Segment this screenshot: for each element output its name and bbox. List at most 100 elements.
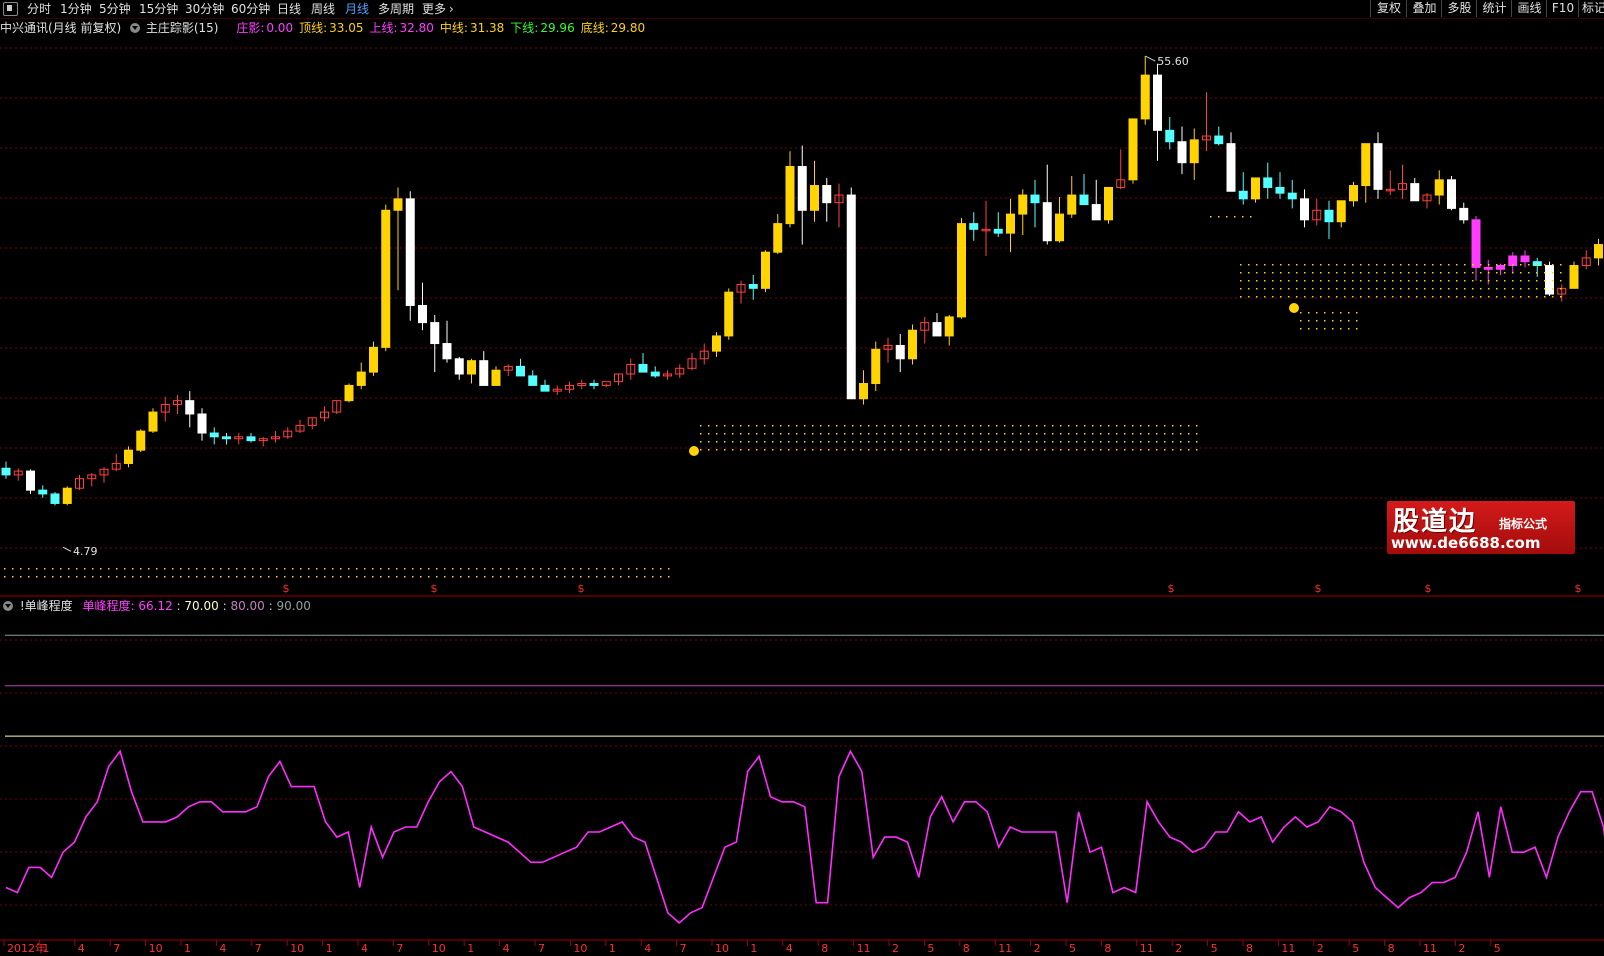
zone-dots (1528, 296, 1530, 298)
zone-dots (908, 425, 910, 427)
zone-dots (1156, 425, 1158, 427)
zone-dots (1084, 441, 1086, 443)
zone-dots (980, 441, 982, 443)
candle-body (516, 365, 525, 377)
zone-dots (628, 568, 630, 570)
zone-dots (716, 441, 718, 443)
candle-body (1140, 74, 1150, 120)
zone-dots (1320, 288, 1322, 290)
chart-canvas[interactable]: $ $ $ $ $ $ $55.604.792012年1 4 7 10 1 4 7 10 1 4 7 10 1 4 7 1… (0, 0, 1604, 956)
dollar-marker-5: $ (1425, 582, 1432, 595)
zone-dots (1060, 433, 1062, 435)
zone-dots (372, 576, 374, 578)
watermark-logo: 股道边 指标公式 www.de6688.com (1387, 501, 1575, 554)
zone-dots (1116, 433, 1118, 435)
zone-dots (476, 568, 478, 570)
zone-dots (1488, 272, 1490, 274)
zone-dots (988, 441, 990, 443)
zone-dots (700, 425, 702, 427)
zone-dots (908, 441, 910, 443)
zone-dots (1164, 425, 1166, 427)
zone-dots (388, 576, 390, 578)
zone-dots (1392, 296, 1394, 298)
zone-dots (1092, 425, 1094, 427)
candle-body (1091, 204, 1101, 221)
xaxis-label: 2 (1458, 942, 1465, 955)
candle-body (148, 411, 158, 432)
zone-dots (620, 576, 622, 578)
zone-dots (564, 576, 566, 578)
zone-dots (796, 449, 798, 451)
zone-dots (940, 425, 942, 427)
zone-dots (620, 568, 622, 570)
zone-dots (1392, 288, 1394, 290)
zone-dots (1480, 272, 1482, 274)
zone-dots (172, 568, 174, 570)
zone-dots (1116, 441, 1118, 443)
zone-dots (1240, 272, 1242, 274)
zone-dots (324, 576, 326, 578)
candle-body (1, 467, 11, 476)
zone-dots (1448, 264, 1450, 266)
zone-dots (1416, 296, 1418, 298)
zone-dots (724, 441, 726, 443)
candle-body (209, 432, 219, 438)
zone-dots (844, 449, 846, 451)
zone-dots (1340, 312, 1342, 314)
zone-dots (1336, 288, 1338, 290)
zone-dots (428, 568, 430, 570)
zone-dots (292, 576, 294, 578)
xaxis-label: 7 (538, 942, 545, 955)
zone-dots (1504, 296, 1506, 298)
zone-dots (1360, 288, 1362, 290)
zone-dots (1336, 296, 1338, 298)
zone-dots (348, 576, 350, 578)
xaxis-label: 1 (467, 942, 474, 955)
zone-dots (524, 576, 526, 578)
zone-dots (1234, 216, 1236, 218)
zone-dots (980, 425, 982, 427)
zone-dots (1324, 328, 1326, 330)
candle-body (748, 284, 758, 289)
zone-dots (1408, 280, 1410, 282)
zone-dots (540, 576, 542, 578)
zone-dots (1240, 280, 1242, 282)
zone-dots (1052, 449, 1054, 451)
candle-body (1006, 213, 1015, 234)
zone-dots (44, 568, 46, 570)
zone-dots (1272, 296, 1274, 298)
candle-body (62, 487, 72, 504)
zone-dots (652, 576, 654, 578)
zone-dots (1004, 449, 1006, 451)
zone-dots (1544, 272, 1546, 274)
zone-dots (1456, 272, 1458, 274)
zone-dots (164, 576, 166, 578)
zone-dots (1456, 280, 1458, 282)
candle-body (381, 209, 391, 348)
zone-dots (844, 441, 846, 443)
zone-dots (548, 568, 550, 570)
candle-body (1055, 213, 1064, 242)
zone-dots (844, 433, 846, 435)
indicator-series-line (5, 749, 1604, 924)
zone-dots (700, 449, 702, 451)
zone-dots (764, 425, 766, 427)
candle-body (356, 371, 366, 386)
zone-dots (1288, 288, 1290, 290)
zone-dots (908, 449, 910, 451)
zone-dots (1408, 296, 1410, 298)
zone-dots (1536, 288, 1538, 290)
zone-dots (332, 568, 334, 570)
zone-dots (260, 576, 262, 578)
watermark-url: www.de6688.com (1391, 534, 1541, 552)
zone-dots (1116, 425, 1118, 427)
zone-dots (156, 568, 158, 570)
xaxis-label: 1 (609, 942, 616, 955)
zone-dots (1004, 425, 1006, 427)
candle-body (491, 369, 501, 386)
zone-dots (124, 576, 126, 578)
zone-dots (28, 576, 30, 578)
zone-dots (1012, 433, 1014, 435)
zone-dots (1432, 280, 1434, 282)
zone-dots (724, 433, 726, 435)
